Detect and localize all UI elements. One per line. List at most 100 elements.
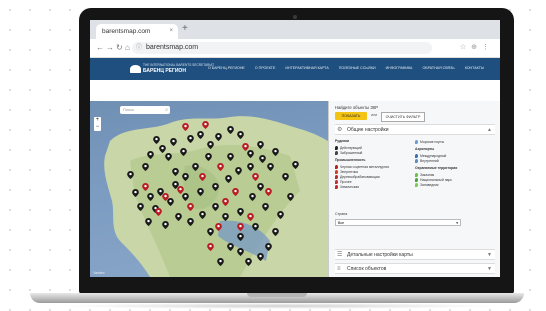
map-pin-dark[interactable] (251, 223, 259, 231)
map-pin-dark[interactable] (271, 148, 279, 156)
map-pin-dark[interactable] (256, 253, 264, 261)
home-icon[interactable]: ⌂ (125, 43, 130, 52)
map-pin-dark[interactable] (234, 167, 242, 175)
map-pin-dark[interactable] (261, 203, 269, 211)
map-pin-red[interactable] (201, 121, 209, 129)
site-logo[interactable]: THE INTERNATIONAL BARENTS SECRETARIAT БА… (130, 63, 214, 75)
map-pin-dark[interactable] (179, 148, 187, 156)
map-pin-red[interactable] (141, 183, 149, 191)
map-search-input[interactable]: Поиск ⌕ (120, 106, 170, 114)
map-pin-dark[interactable] (236, 248, 244, 256)
new-tab-button[interactable]: + (182, 23, 188, 34)
map-pin-dark[interactable] (256, 141, 264, 149)
map-pin-dark[interactable] (206, 228, 214, 236)
map-pin-dark[interactable] (161, 221, 169, 229)
map-pin-dark[interactable] (186, 135, 194, 143)
map-pin-red[interactable] (221, 198, 229, 206)
country-select[interactable]: Все ▾ (335, 219, 461, 226)
map-pin-red[interactable] (198, 173, 206, 181)
map-pin-red[interactable] (161, 193, 169, 201)
show-button[interactable]: ПОКАЗАТЬ (335, 112, 367, 120)
map-pin-dark[interactable] (221, 213, 229, 221)
map-pin-dark[interactable] (169, 138, 177, 146)
map-pin-dark[interactable] (226, 243, 234, 251)
clear-filter-button[interactable]: ОЧИСТИТЬ ФИЛЬТР (381, 112, 425, 122)
map-pin-dark[interactable] (264, 243, 272, 251)
map-pin-dark[interactable] (191, 163, 199, 171)
map-pin-dark[interactable] (224, 175, 232, 183)
general-settings-header[interactable]: ⚙ Общие настройки ▲ (335, 124, 495, 135)
map-pin-dark[interactable] (276, 211, 284, 219)
map-pin-red[interactable] (216, 163, 224, 171)
detail-settings-header[interactable]: ☰ Детальные настройки карты ▼ (335, 249, 495, 260)
menu-item-feedback[interactable]: ОБРАТНАЯ СВЯЗЬ (422, 66, 454, 70)
map-pin-dark[interactable] (226, 153, 234, 161)
map-pin-dark[interactable] (174, 213, 182, 221)
map-pin-dark[interactable] (216, 258, 224, 266)
map-pin-dark[interactable] (258, 155, 266, 163)
map-pin-red[interactable] (214, 223, 222, 231)
map-pin-red[interactable] (154, 208, 162, 216)
map-pin-red[interactable] (251, 173, 259, 181)
menu-item-links[interactable]: ПОЛЕЗНЫЕ ССЫЛКИ (339, 66, 376, 70)
map-pin-dark[interactable] (291, 161, 299, 169)
map-pin-dark[interactable] (211, 183, 219, 191)
map-pin-dark[interactable] (181, 173, 189, 181)
map-pin-dark[interactable] (236, 233, 244, 241)
map-pin-dark[interactable] (256, 183, 264, 191)
map-pin-dark[interactable] (196, 188, 204, 196)
map-pin-red[interactable] (176, 186, 184, 194)
map-pin-dark[interactable] (144, 218, 152, 226)
map-pin-dark[interactable] (158, 145, 166, 153)
map-pin-dark[interactable] (186, 218, 194, 226)
forward-icon[interactable]: → (106, 43, 114, 52)
map-pin-dark[interactable] (281, 173, 289, 181)
map-pin-dark[interactable] (171, 168, 179, 176)
map-pin-dark[interactable] (246, 163, 254, 171)
map-pin-dark[interactable] (266, 163, 274, 171)
map-pin-dark[interactable] (198, 211, 206, 219)
map-pin-red[interactable] (206, 243, 214, 251)
map-pin-dark[interactable] (214, 133, 222, 141)
map-pin-red[interactable] (241, 143, 249, 151)
reload-icon[interactable]: ↻ (116, 43, 123, 52)
tab-close-icon[interactable]: × (169, 24, 173, 39)
browser-menu-icons[interactable]: ☆⊕⋮ (460, 43, 494, 51)
menu-item-about-region[interactable]: О БАРЕНЦ-РЕГИОНЕ (208, 66, 245, 70)
map-pin-red[interactable] (236, 223, 244, 231)
map-pin-dark[interactable] (236, 208, 244, 216)
map-pin-dark[interactable] (248, 193, 256, 201)
map-pin-dark[interactable] (236, 131, 244, 139)
back-icon[interactable]: ← (96, 43, 104, 52)
map-pin-red[interactable] (186, 203, 194, 211)
map-pin-dark[interactable] (181, 193, 189, 201)
map-pin-dark[interactable] (271, 228, 279, 236)
menu-item-about-project[interactable]: О ПРОЕКТЕ (255, 66, 276, 70)
map-pin-red[interactable] (264, 188, 272, 196)
zoom-in-button[interactable]: + (94, 117, 101, 124)
map-pin-red[interactable] (246, 213, 254, 221)
zoom-out-button[interactable]: − (94, 124, 101, 131)
map-pin-dark[interactable] (204, 153, 212, 161)
map-pin-dark[interactable] (164, 153, 172, 161)
map-pin-dark[interactable] (206, 141, 214, 149)
object-list-header[interactable]: ≡ Список объектов ▼ (335, 263, 495, 274)
map-pin-dark[interactable] (152, 136, 160, 144)
map-pin-dark[interactable] (146, 151, 154, 159)
map-pin-dark[interactable] (226, 126, 234, 134)
browser-tab[interactable]: barentsmap.com × (96, 24, 178, 39)
map-pin-dark[interactable] (141, 163, 149, 171)
menu-item-interactive-map[interactable]: ИНТЕРАКТИВНАЯ КАРТА (285, 66, 328, 70)
map-pin-dark[interactable] (196, 131, 204, 139)
map-pin-dark[interactable] (211, 203, 219, 211)
url-input[interactable]: ⓘ barentsmap.com (132, 42, 432, 54)
map-pin-dark[interactable] (244, 258, 252, 266)
interactive-map[interactable]: Поиск ⌕ + − Yandex (90, 101, 328, 277)
map-pin-dark[interactable] (246, 150, 254, 158)
map-pin-dark[interactable] (286, 193, 294, 201)
map-pin-dark[interactable] (146, 193, 154, 201)
menu-item-infographics[interactable]: ИНФОГРАФИКА (386, 66, 413, 70)
map-pin-dark[interactable] (136, 203, 144, 211)
map-pin-dark[interactable] (131, 189, 139, 197)
map-pin-red[interactable] (231, 188, 239, 196)
